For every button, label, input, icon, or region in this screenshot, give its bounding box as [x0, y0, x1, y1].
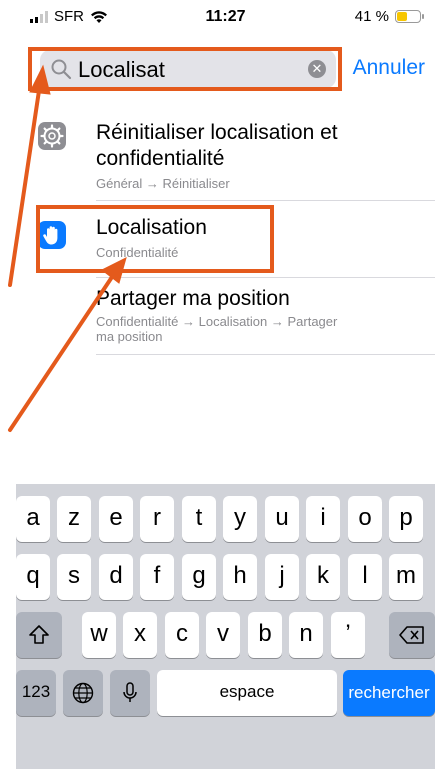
annotation-arrows: [8, 64, 127, 432]
